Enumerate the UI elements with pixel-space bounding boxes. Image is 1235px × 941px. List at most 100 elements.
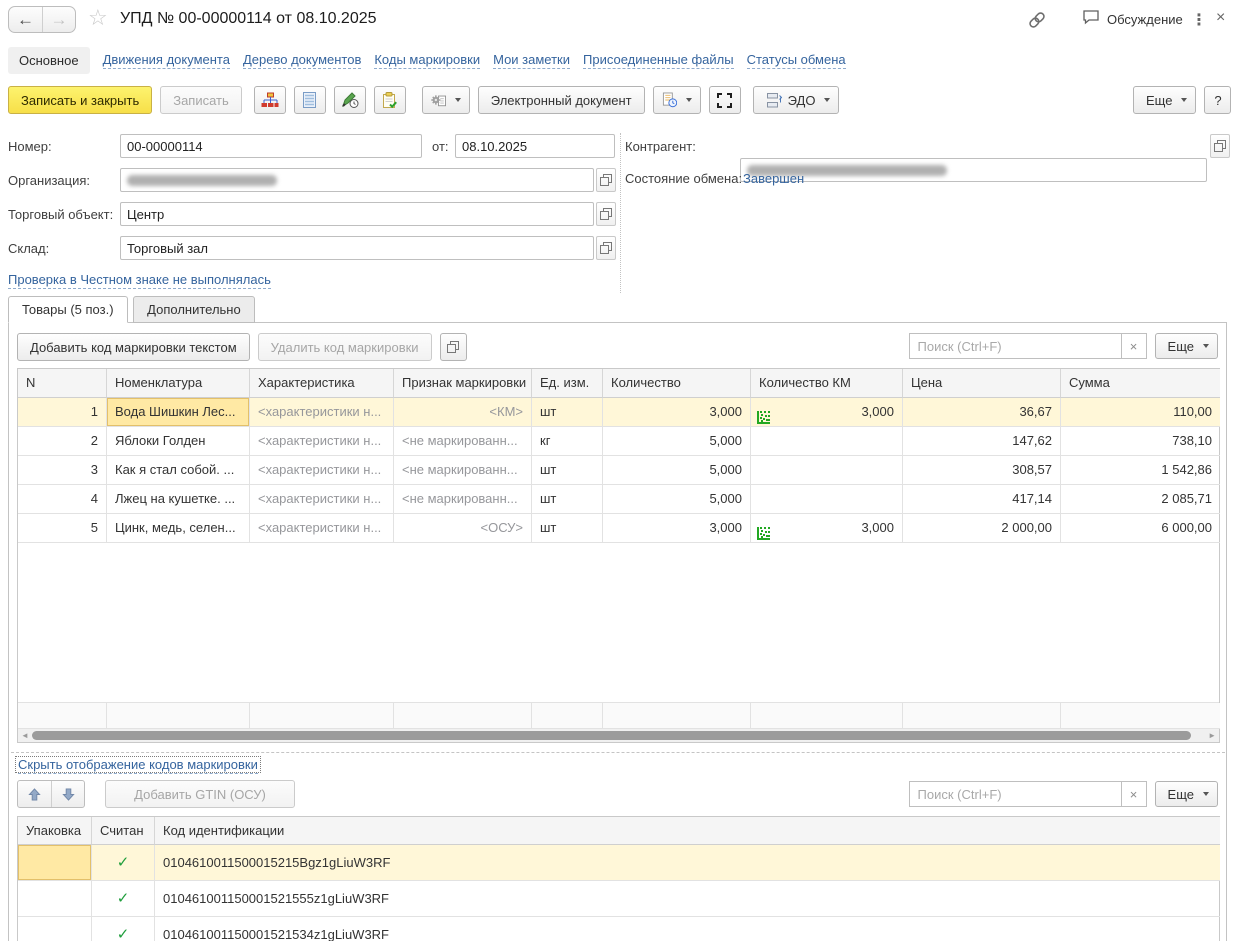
print-button[interactable]	[422, 86, 470, 114]
cell-sum[interactable]: 1 542,86	[1061, 456, 1220, 485]
cell-identification-code[interactable]: 010461001150001521534z1gLiuW3RF	[155, 917, 1220, 941]
electronic-document-button[interactable]: Электронный документ	[478, 86, 645, 114]
toggle-marking-codes-link[interactable]: Скрыть отображение кодов маркировки	[15, 756, 261, 773]
exchange-state-value[interactable]: Завершен	[743, 171, 804, 186]
cell-n[interactable]: 4	[18, 485, 107, 514]
cell-qty[interactable]: 3,000	[603, 398, 751, 427]
cell-marking[interactable]: <ОСУ>	[394, 514, 532, 543]
cell-qty[interactable]: 5,000	[603, 456, 751, 485]
register-records-button[interactable]	[294, 86, 326, 114]
number-field[interactable]	[120, 134, 422, 158]
col-scanned[interactable]: Считан	[92, 817, 155, 845]
cell-marking[interactable]: <КМ>	[394, 398, 532, 427]
open-list-button[interactable]	[440, 333, 467, 361]
cell-qty-km[interactable]	[751, 456, 903, 485]
nav-link-marking-codes[interactable]: Коды маркировки	[374, 52, 480, 69]
nav-tab-main[interactable]: Основное	[8, 47, 90, 74]
cell-qty[interactable]: 5,000	[603, 427, 751, 456]
organization-field[interactable]	[120, 168, 594, 192]
cell-marking[interactable]: <не маркированн...	[394, 456, 532, 485]
subordination-structure-button[interactable]	[254, 86, 286, 114]
cell-qty-km[interactable]: 3,000	[751, 514, 903, 543]
tab-additional[interactable]: Дополнительно	[133, 296, 255, 323]
edoc-state-button[interactable]	[653, 86, 701, 114]
panel-splitter[interactable]	[11, 752, 1225, 753]
code-row[interactable]: ✓ 010461001150001521555z1gLiuW3RF	[18, 881, 1219, 917]
cell-nomenclature[interactable]: Цинк, медь, селен...	[107, 514, 250, 543]
col-price[interactable]: Цена	[903, 369, 1061, 398]
cell-marking[interactable]: <не маркированн...	[394, 427, 532, 456]
nav-link-document-tree[interactable]: Дерево документов	[243, 52, 361, 69]
cell-nomenclature[interactable]: Яблоки Голден	[107, 427, 250, 456]
organization-open-button[interactable]	[596, 168, 616, 192]
col-qty[interactable]: Количество	[603, 369, 751, 398]
tab-goods[interactable]: Товары (5 поз.)	[8, 296, 128, 323]
horizontal-scrollbar[interactable]: ◄ ►	[18, 729, 1219, 742]
scrollbar-thumb[interactable]	[32, 731, 1191, 740]
col-characteristic[interactable]: Характеристика	[250, 369, 394, 398]
cell-n[interactable]: 5	[18, 514, 107, 543]
cell-qty[interactable]: 3,000	[603, 514, 751, 543]
col-sum[interactable]: Сумма	[1061, 369, 1220, 398]
kebab-menu-icon[interactable]: ⋮	[1191, 10, 1207, 30]
cell-price[interactable]: 147,62	[903, 427, 1061, 456]
save-and-close-button[interactable]: Записать и закрыть	[8, 86, 152, 114]
save-button[interactable]: Записать	[160, 86, 242, 114]
codes-search-input[interactable]	[909, 781, 1121, 807]
cell-unit[interactable]: шт	[532, 398, 603, 427]
scanned-check-icon[interactable]: ✓	[92, 881, 155, 917]
cell-n[interactable]: 1	[18, 398, 107, 427]
close-icon[interactable]: ×	[1216, 9, 1225, 27]
code-row[interactable]: ✓ 0104610011500015215Bgz1gLiuW3RF	[18, 845, 1219, 881]
cell-price[interactable]: 417,14	[903, 485, 1061, 514]
col-n[interactable]: N	[18, 369, 107, 398]
cell-price[interactable]: 36,67	[903, 398, 1061, 427]
nav-link-exchange-statuses[interactable]: Статусы обмена	[747, 52, 846, 69]
col-marking[interactable]: Признак маркировки	[394, 369, 532, 398]
cell-unit[interactable]: шт	[532, 514, 603, 543]
sign-document-button[interactable]	[334, 86, 366, 114]
cell-unit[interactable]: шт	[532, 456, 603, 485]
table-row[interactable]: 3 Как я стал собой. ... <характеристики …	[18, 456, 1219, 485]
trade-object-field[interactable]	[120, 202, 594, 226]
table-row[interactable]: 5 Цинк, медь, селен... <характеристики н…	[18, 514, 1219, 543]
cell-identification-code[interactable]: 0104610011500015215Bgz1gLiuW3RF	[155, 845, 1220, 881]
add-marking-code-text-button[interactable]: Добавить код маркировки текстом	[17, 333, 250, 361]
get-link-icon[interactable]	[1028, 11, 1046, 29]
favorite-star-icon[interactable]: ☆	[88, 7, 108, 29]
col-nomenclature[interactable]: Номенклатура	[107, 369, 250, 398]
cell-sum[interactable]: 6 000,00	[1061, 514, 1220, 543]
warehouse-field[interactable]	[120, 236, 594, 260]
cell-nomenclature[interactable]: Вода Шишкин Лес...	[107, 398, 250, 427]
move-down-button[interactable]	[51, 781, 84, 808]
cell-n[interactable]: 2	[18, 427, 107, 456]
scroll-right-icon[interactable]: ►	[1205, 729, 1219, 742]
delete-marking-code-button[interactable]: Удалить код маркировки	[258, 333, 432, 361]
table-row[interactable]: 4 Лжец на кушетке. ... <характеристики н…	[18, 485, 1219, 514]
cell-characteristic[interactable]: <характеристики н...	[250, 398, 394, 427]
back-button[interactable]: ←	[9, 7, 42, 32]
cell-identification-code[interactable]: 010461001150001521555z1gLiuW3RF	[155, 881, 1220, 917]
table-row[interactable]: 2 Яблоки Голден <характеристики н... <не…	[18, 427, 1219, 456]
cell-qty[interactable]: 5,000	[603, 485, 751, 514]
cell-characteristic[interactable]: <характеристики н...	[250, 514, 394, 543]
counterparty-open-button[interactable]	[1210, 134, 1230, 158]
cell-sum[interactable]: 110,00	[1061, 398, 1220, 427]
products-search-input[interactable]	[909, 333, 1121, 359]
cell-price[interactable]: 2 000,00	[903, 514, 1061, 543]
fullscreen-button[interactable]	[709, 86, 741, 114]
col-identification-code[interactable]: Код идентификации	[155, 817, 1220, 845]
products-search-clear-icon[interactable]: ×	[1121, 333, 1147, 359]
cell-qty-km[interactable]: 3,000	[751, 398, 903, 427]
date-field[interactable]	[455, 134, 615, 158]
move-up-button[interactable]	[18, 781, 51, 808]
cell-qty-km[interactable]	[751, 427, 903, 456]
counterparty-field[interactable]	[740, 158, 1207, 182]
scanned-check-icon[interactable]: ✓	[92, 917, 155, 941]
check-tasks-button[interactable]	[374, 86, 406, 114]
cell-unit[interactable]: кг	[532, 427, 603, 456]
scanned-check-icon[interactable]: ✓	[92, 845, 155, 881]
cell-qty-km[interactable]	[751, 485, 903, 514]
table-row[interactable]: 1 Вода Шишкин Лес... <характеристики н..…	[18, 398, 1219, 427]
cell-characteristic[interactable]: <характеристики н...	[250, 427, 394, 456]
